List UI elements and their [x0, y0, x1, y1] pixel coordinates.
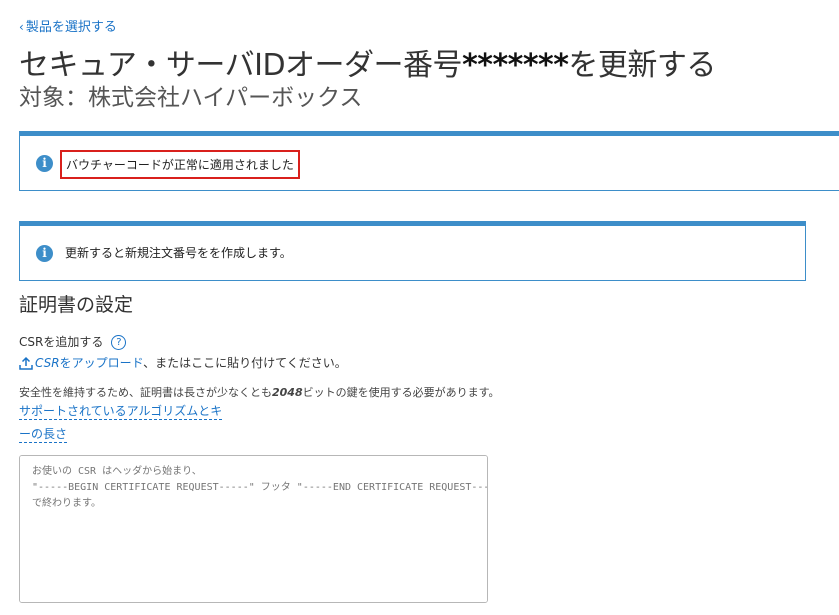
- upload-line: CSRをアップロード、またはここに貼り付けてください。: [19, 354, 347, 371]
- upload-csr-link[interactable]: CSRをアップロード: [19, 356, 143, 370]
- add-csr-label: CSRを追加する?: [19, 333, 127, 350]
- key-length-note: 安全性を維持するため、証明書は長さが少なくとも2048ビットの鍵を使用する必要が…: [19, 384, 500, 400]
- upload-link-csr: CSR: [35, 356, 60, 370]
- upload-after-text: 、またはここに貼り付けてください。: [143, 356, 347, 370]
- voucher-success-text: バウチャーコードが正常に適用されました: [60, 150, 300, 179]
- upload-icon: [19, 356, 33, 370]
- security-before: 安全性を維持するため、証明書は長さが少なくとも: [19, 386, 272, 399]
- voucher-success-notice: i バウチャーコードが正常に適用されました: [19, 131, 839, 191]
- page-subtitle: 対象：株式会社ハイパーボックス: [19, 85, 363, 111]
- csr-input[interactable]: [19, 455, 488, 603]
- certificate-settings-heading: 証明書の設定: [19, 294, 134, 316]
- supported-algorithms-link-cont[interactable]: ーの長さ: [19, 426, 68, 443]
- title-order-number: *******: [462, 48, 569, 83]
- upload-link-rest: をアップロード: [59, 356, 144, 370]
- supported-algorithms-link[interactable]: サポートされているアルゴリズムとキ: [19, 403, 223, 420]
- add-csr-text: CSRを追加する: [19, 335, 104, 349]
- question-circle-icon[interactable]: ?: [111, 335, 127, 350]
- chevron-left-icon: ‹: [19, 20, 24, 34]
- title-suffix: を更新する: [568, 48, 716, 83]
- info-icon: i: [36, 155, 53, 172]
- back-link-label: 製品を選択する: [25, 20, 117, 35]
- back-to-product-link[interactable]: ‹ 製品を選択する: [19, 16, 117, 35]
- security-after: ビットの鍵を使用する必要があります。: [302, 386, 500, 399]
- renewal-info-text: 更新すると新規注文番号をを作成します。: [65, 246, 292, 260]
- info-icon: i: [36, 245, 53, 262]
- security-bits: 2048: [272, 386, 303, 399]
- renewal-info-notice: i 更新すると新規注文番号をを作成します。: [19, 221, 806, 281]
